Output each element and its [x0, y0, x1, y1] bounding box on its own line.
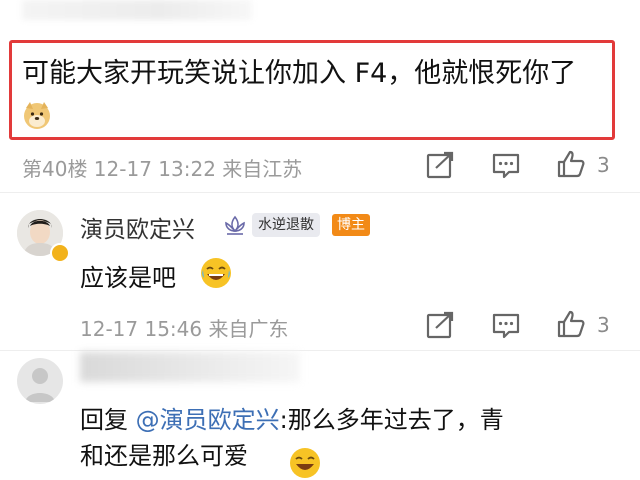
divider [0, 350, 640, 351]
blurred-username [80, 352, 300, 382]
share-icon[interactable] [425, 310, 455, 340]
default-avatar-icon [25, 368, 55, 402]
blurred-previous-content [22, 0, 252, 20]
reply-meta: 12-17 15:46 来自广东 [80, 317, 289, 341]
laugh-cry-emoji-icon [290, 448, 320, 478]
like-count: 3 [597, 153, 610, 177]
owner-badge: 博主 [332, 214, 370, 236]
divider [0, 192, 640, 193]
reply-prefix: 回复 [80, 406, 128, 434]
comment-icon[interactable] [491, 151, 521, 181]
like-icon[interactable] [556, 149, 586, 179]
reply-text-line1: :那么多年过去了，青 [279, 406, 504, 434]
comment-icon[interactable] [491, 311, 521, 341]
group-tag[interactable]: 水逆退散 [252, 213, 320, 237]
verified-badge-icon [50, 243, 70, 263]
laugh-cry-emoji-icon [201, 258, 231, 288]
reply-text: 应该是吧 [80, 264, 176, 292]
share-icon[interactable] [425, 150, 455, 180]
like-icon[interactable] [556, 309, 586, 339]
comment-text: 可能大家开玩笑说让你加入 F4，他就恨死你了 [22, 58, 577, 89]
lotus-icon [225, 215, 245, 235]
mention-link[interactable]: @演员欧定兴 [136, 406, 280, 434]
like-count: 3 [597, 313, 610, 337]
username[interactable]: 演员欧定兴 [80, 210, 195, 244]
comment-meta: 第40楼 12-17 13:22 来自江苏 [22, 157, 303, 181]
doge-emoji-icon [24, 102, 50, 129]
avatar[interactable] [17, 358, 63, 404]
